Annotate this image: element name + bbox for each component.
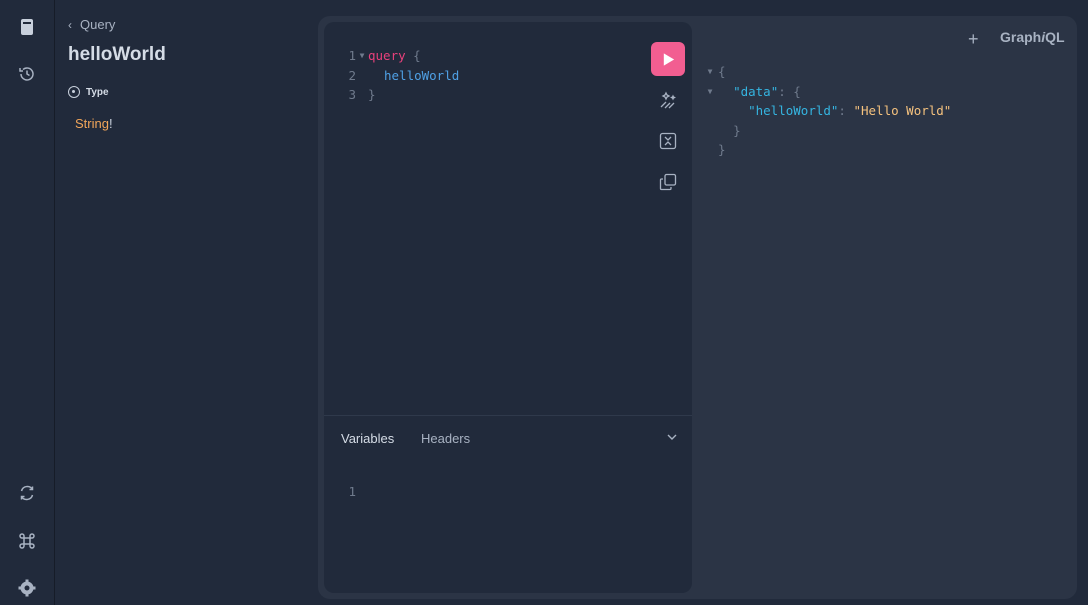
line-number: 1 bbox=[348, 48, 356, 63]
fold-icon[interactable]: ▼ bbox=[702, 62, 718, 82]
docs-title: helloWorld bbox=[68, 44, 166, 65]
type-link[interactable]: String! bbox=[75, 116, 113, 131]
sidebar-rail bbox=[0, 0, 55, 605]
tab-variables[interactable]: Variables bbox=[341, 431, 394, 446]
graphiql-logo: GraphiQL bbox=[1000, 29, 1065, 45]
tab-headers[interactable]: Headers bbox=[421, 431, 470, 446]
history-icon[interactable] bbox=[13, 60, 41, 88]
type-section-label: Type bbox=[86, 86, 109, 98]
response-key: "helloWorld" bbox=[748, 103, 839, 118]
copy-query-button[interactable] bbox=[654, 168, 682, 196]
type-name[interactable]: String bbox=[75, 116, 109, 131]
query-editor-card: 1 ▼ query { 2 helloWorld 3 } Variables H… bbox=[324, 22, 692, 593]
type-icon bbox=[68, 86, 80, 98]
chevron-down-icon[interactable] bbox=[665, 430, 679, 449]
chevron-left-icon: ‹ bbox=[68, 17, 72, 32]
response-viewer[interactable]: ▼{ ▼ "data": { "helloWorld": "Hello Worl… bbox=[702, 62, 952, 160]
prettify-icon bbox=[660, 91, 676, 109]
line-number: 3 bbox=[348, 87, 356, 102]
editor-divider bbox=[324, 415, 692, 416]
query-editor[interactable]: 1 ▼ query { 2 helloWorld 3 } bbox=[324, 46, 459, 105]
fold-icon[interactable]: ▼ bbox=[356, 46, 368, 66]
merge-fragments-button[interactable] bbox=[654, 127, 682, 155]
code-line: 1 ▼ query { bbox=[324, 46, 459, 66]
merge-icon bbox=[659, 132, 677, 150]
shortcuts-icon[interactable] bbox=[13, 527, 41, 555]
fold-icon[interactable]: ▼ bbox=[702, 82, 718, 102]
variables-editor[interactable]: 1 bbox=[324, 482, 356, 502]
response-key: "data" bbox=[733, 83, 779, 99]
settings-icon[interactable] bbox=[13, 574, 41, 602]
keyword: query bbox=[368, 48, 406, 63]
type-non-null: ! bbox=[108, 116, 113, 131]
refetch-schema-icon[interactable] bbox=[13, 479, 41, 507]
type-section-header: Type bbox=[68, 86, 109, 98]
session-panel: 1 ▼ query { 2 helloWorld 3 } Variables H… bbox=[318, 16, 1077, 599]
add-tab-button[interactable]: + bbox=[968, 29, 979, 50]
docs-back-button[interactable]: ‹ Query bbox=[68, 17, 115, 32]
code-line: 3 } bbox=[324, 85, 459, 105]
copy-icon bbox=[659, 173, 677, 191]
line-number: 1 bbox=[348, 484, 356, 500]
docs-icon[interactable] bbox=[13, 13, 41, 41]
prettify-button[interactable] bbox=[654, 86, 682, 114]
docs-explorer: ‹ Query helloWorld Type String! bbox=[55, 0, 317, 605]
breadcrumb-label: Query bbox=[80, 17, 116, 32]
response-value: "Hello World" bbox=[853, 103, 952, 118]
play-icon bbox=[663, 52, 674, 66]
brace: } bbox=[368, 87, 376, 102]
run-query-button[interactable] bbox=[651, 42, 685, 76]
code-line: 2 helloWorld bbox=[324, 66, 459, 86]
brace: { bbox=[413, 48, 421, 63]
line-number: 2 bbox=[348, 67, 356, 83]
field-name: helloWorld bbox=[384, 67, 460, 83]
